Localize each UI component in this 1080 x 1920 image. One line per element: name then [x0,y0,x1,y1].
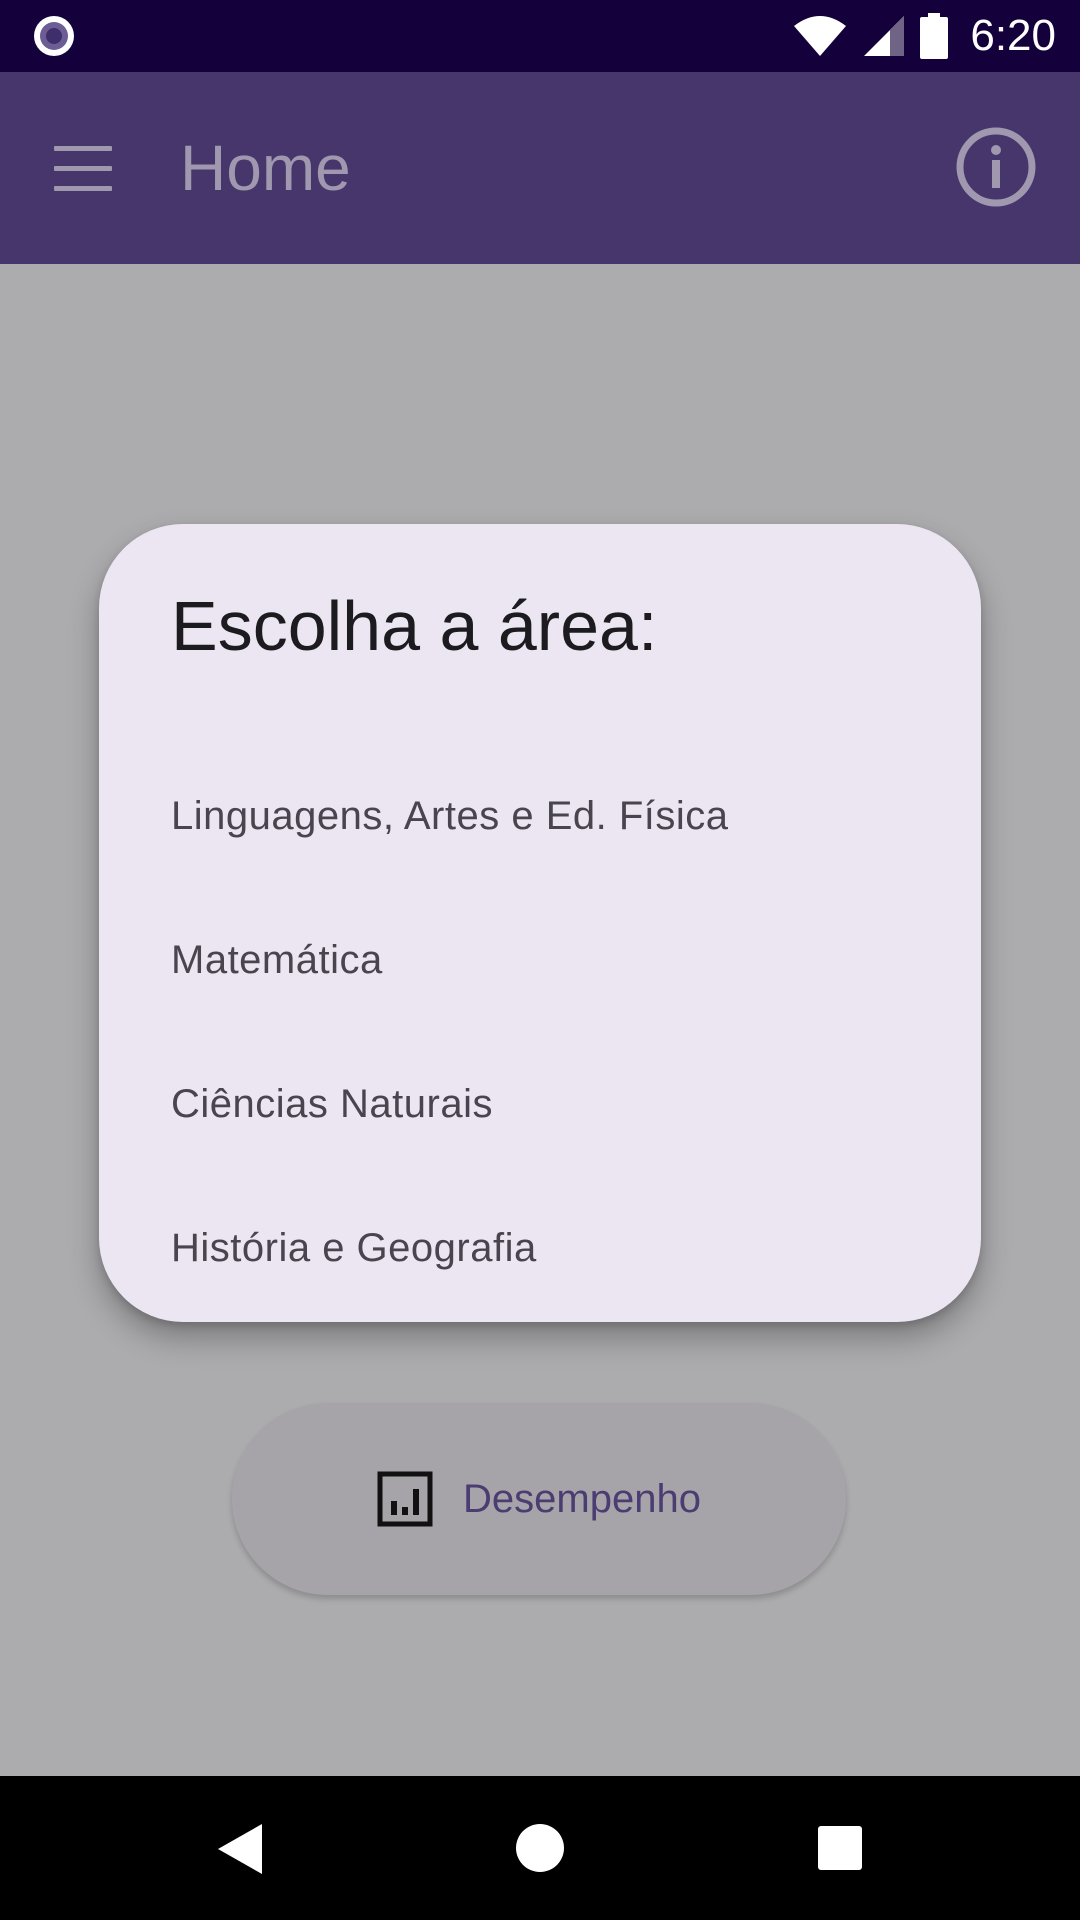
dialog-title: Escolha a área: [171,587,658,665]
status-bar: 6:20 [0,0,1080,72]
performance-button-label: Desempenho [463,1476,701,1521]
app-notification-icon [34,16,74,56]
wifi-icon [794,16,847,56]
back-icon[interactable] [216,1822,264,1876]
status-icons: 6:20 [792,0,1056,72]
option-ciencias-naturais[interactable]: Ciências Naturais [99,1032,981,1176]
bar-chart-icon [377,1471,433,1527]
performance-button[interactable]: Desempenho [232,1403,846,1595]
option-historia-geografia[interactable]: História e Geografia [99,1176,981,1320]
top-app-bar: Home [0,72,1080,264]
battery-icon [920,13,949,59]
page-title: Home [180,132,351,204]
info-icon[interactable] [955,126,1037,208]
system-navigation-bar [0,1776,1080,1920]
area-selection-dialog: Escolha a área: Linguagens, Artes e Ed. … [99,524,981,1322]
hamburger-menu-icon[interactable] [54,146,112,191]
status-time: 6:20 [970,11,1056,60]
area-options-list: Linguagens, Artes e Ed. Física Matemátic… [99,744,981,1320]
option-linguagens[interactable]: Linguagens, Artes e Ed. Física [99,744,981,888]
recents-icon[interactable] [818,1826,862,1870]
home-icon[interactable] [516,1824,564,1872]
cell-signal-icon [864,16,905,56]
option-matematica[interactable]: Matemática [99,888,981,1032]
